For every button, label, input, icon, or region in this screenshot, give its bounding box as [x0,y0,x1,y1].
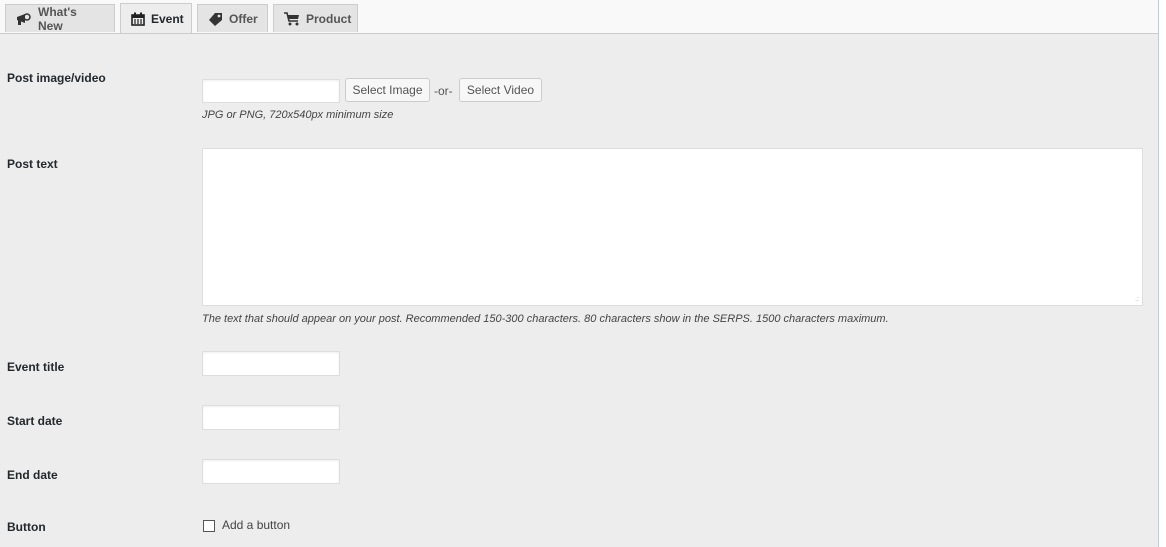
button-label: Button [7,520,46,534]
tab-label: Offer [229,11,258,26]
or-separator: -or- [434,84,453,98]
tab-whats-new[interactable]: What's New [5,4,115,33]
right-gutter [1159,0,1166,547]
post-text-label: Post text [7,157,58,171]
event-title-label: Event title [7,360,65,374]
post-image-label: Post image/video [7,71,106,85]
cart-icon [284,11,300,26]
post-image-input[interactable] [202,79,340,103]
end-date-label: End date [7,468,58,482]
select-video-button[interactable]: Select Video [459,78,542,102]
tab-offer[interactable]: Offer [197,4,268,32]
tab-product[interactable]: Product [273,4,358,32]
add-button-checkbox[interactable] [203,520,215,532]
add-button-checkbox-label[interactable]: Add a button [222,518,290,532]
select-image-button[interactable]: Select Image [345,78,430,102]
post-text-hint: The text that should appear on your post… [202,313,889,325]
calendar-icon [131,12,145,26]
tab-label: What's New [38,4,77,33]
megaphone-icon [16,12,32,26]
tab-event[interactable]: Event [120,3,192,33]
start-date-label: Start date [7,414,63,428]
tag-icon [208,12,223,26]
tab-label: Event [151,11,184,26]
post-text-textarea[interactable]: .: [202,148,1143,306]
start-date-input[interactable] [202,405,340,430]
resize-grip-icon[interactable]: .: [1135,296,1139,303]
post-image-hint: JPG or PNG, 720x540px minimum size [202,109,394,121]
end-date-input[interactable] [202,459,340,484]
tab-label: Product [306,11,352,26]
event-title-input[interactable] [202,351,340,376]
